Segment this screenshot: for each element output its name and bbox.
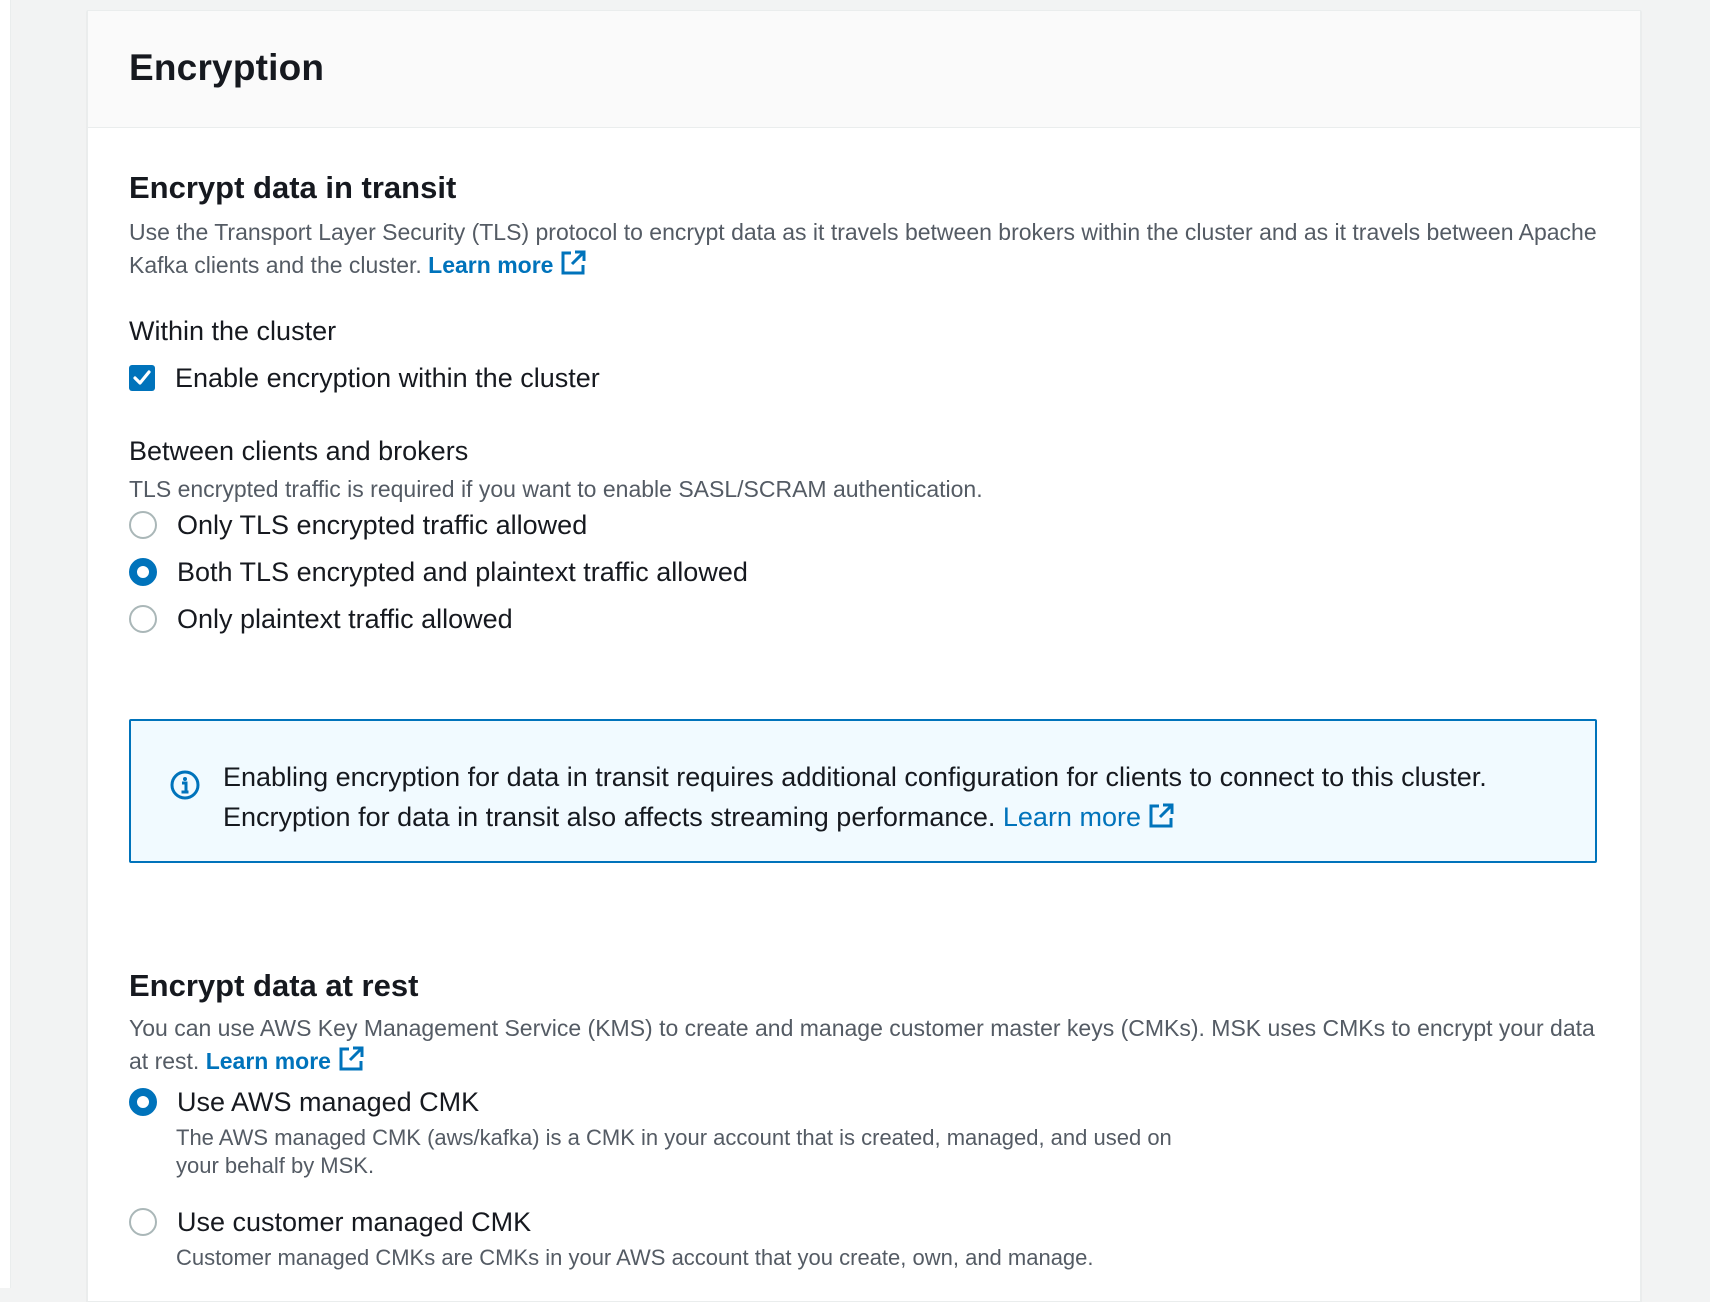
at-rest-heading: Encrypt data at rest [129, 968, 419, 1003]
enable-encryption-checkbox[interactable] [129, 365, 155, 391]
encryption-panel: Encryption Encrypt data in transit Use t… [87, 10, 1641, 1302]
at-rest-description: You can use AWS Key Management Service (… [129, 1012, 1599, 1082]
info-alert-text: Enabling encryption for data in transit … [223, 757, 1553, 841]
info-icon [169, 769, 201, 806]
radio-aws-managed-cmk-label: Use AWS managed CMK [177, 1086, 480, 1117]
info-alert: Enabling encryption for data in transit … [129, 719, 1597, 863]
transit-description: Use the Transport Layer Security (TLS) p… [129, 216, 1599, 286]
external-link-icon [559, 249, 587, 286]
radio-option-aws-managed-cmk[interactable]: Use AWS managed CMK [129, 1086, 479, 1118]
checkmark-icon [133, 370, 151, 385]
radio-plaintext-only-label: Only plaintext traffic allowed [177, 603, 513, 634]
transit-learn-more-link[interactable]: Learn more [428, 250, 587, 278]
alert-learn-more-label: Learn more [1002, 802, 1141, 832]
panel-header: Encryption [88, 11, 1640, 128]
at-rest-learn-more-label: Learn more [205, 1048, 331, 1074]
enable-encryption-checkbox-row[interactable]: Enable encryption within the cluster [129, 362, 600, 394]
radio-customer-managed-cmk-label: Use customer managed CMK [177, 1206, 532, 1237]
external-link-icon [1147, 801, 1175, 841]
radio-tls-and-plaintext-label: Both TLS encrypted and plaintext traffic… [177, 556, 748, 587]
radio-customer-managed-cmk[interactable] [129, 1208, 157, 1236]
enable-encryption-label: Enable encryption within the cluster [175, 362, 600, 393]
customer-managed-cmk-description: Customer managed CMKs are CMKs in your A… [176, 1245, 1094, 1270]
between-clients-label: Between clients and brokers [129, 436, 469, 466]
transit-description-text: Use the Transport Layer Security (TLS) p… [129, 219, 1597, 278]
panel-title: Encryption [129, 47, 325, 88]
alert-learn-more-link[interactable]: Learn more [1003, 802, 1175, 832]
within-cluster-label: Within the cluster [129, 316, 337, 346]
external-link-icon [337, 1045, 365, 1082]
radio-tls-only-label: Only TLS encrypted traffic allowed [177, 509, 588, 540]
between-clients-hint: TLS encrypted traffic is required if you… [129, 476, 983, 502]
radio-tls-and-plaintext[interactable] [129, 558, 157, 586]
page-left-edge [0, 0, 11, 1288]
radio-option-plaintext-only[interactable]: Only plaintext traffic allowed [129, 603, 513, 635]
radio-tls-only[interactable] [129, 511, 157, 539]
radio-plaintext-only[interactable] [129, 605, 157, 633]
radio-option-tls-only[interactable]: Only TLS encrypted traffic allowed [129, 509, 587, 541]
info-alert-message: Enabling encryption for data in transit … [223, 762, 1487, 832]
at-rest-learn-more-link[interactable]: Learn more [205, 1046, 365, 1074]
transit-learn-more-label: Learn more [428, 252, 554, 278]
radio-option-customer-managed-cmk[interactable]: Use customer managed CMK [129, 1206, 531, 1238]
radio-option-tls-and-plaintext[interactable]: Both TLS encrypted and plaintext traffic… [129, 556, 748, 588]
radio-aws-managed-cmk[interactable] [129, 1088, 157, 1116]
aws-managed-cmk-description: The AWS managed CMK (aws/kafka) is a CMK… [176, 1125, 1172, 1178]
transit-heading: Encrypt data in transit [129, 170, 457, 205]
